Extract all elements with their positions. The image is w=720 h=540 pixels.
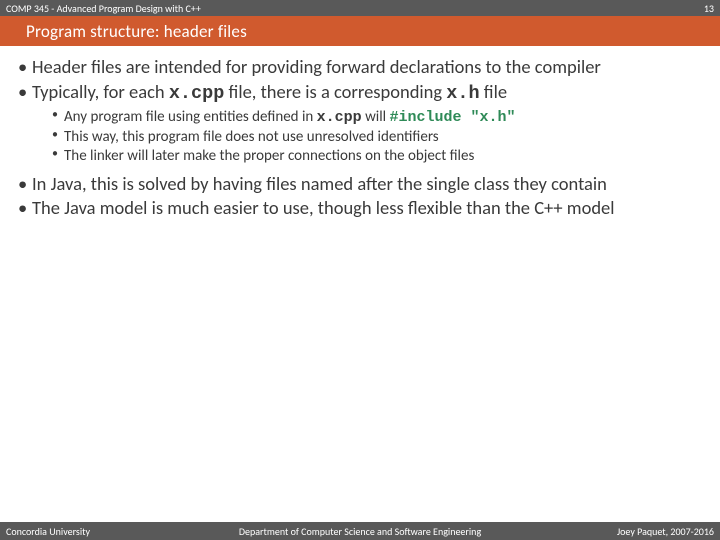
slide-title-bar: Program structure: header files xyxy=(0,16,720,46)
bullet-item: The Java model is much easier to use, th… xyxy=(18,197,702,220)
bullet-text: file xyxy=(480,80,507,103)
bullet-text: In Java, this is solved by having files … xyxy=(32,172,607,195)
sub-bullet-item: Any program file using entities defined … xyxy=(52,108,702,128)
code-inline-green: #include "x.h" xyxy=(390,109,516,126)
page-number: 13 xyxy=(704,2,714,15)
bullet-list: Header files are intended for providing … xyxy=(18,56,702,220)
bullet-item: Header files are intended for providing … xyxy=(18,56,702,79)
footer-right: Joey Paquet, 2007-2016 xyxy=(617,525,714,538)
slide-title: Program structure: header files xyxy=(26,21,247,42)
sub-bullet-list: Any program file using entities defined … xyxy=(52,108,702,167)
top-bar: COMP 345 - Advanced Program Design with … xyxy=(0,0,720,16)
bullet-text: file, there is a corresponding xyxy=(224,80,446,103)
footer-bar: Concordia University Department of Compu… xyxy=(0,522,720,540)
slide-content: Header files are intended for providing … xyxy=(0,46,720,220)
bullet-text: Any program file using entities defined … xyxy=(64,108,317,126)
bullet-text: Header files are intended for providing … xyxy=(32,55,601,78)
bullet-item: In Java, this is solved by having files … xyxy=(18,173,702,196)
code-inline: x.h xyxy=(446,83,479,104)
course-label: COMP 345 - Advanced Program Design with … xyxy=(6,2,201,15)
sub-bullet-item: The linker will later make the proper co… xyxy=(52,147,702,167)
bullet-text: This way, this program file does not use… xyxy=(64,128,439,146)
bullet-text: will xyxy=(362,108,390,126)
code-inline: x.cpp xyxy=(317,109,362,126)
bullet-text: The Java model is much easier to use, th… xyxy=(32,196,615,219)
bullet-item: Typically, for each x.cpp file, there is… xyxy=(18,81,702,167)
footer-center: Department of Computer Science and Softw… xyxy=(239,525,481,538)
bullet-text: The linker will later make the proper co… xyxy=(64,147,474,165)
footer-left: Concordia University xyxy=(6,525,90,538)
code-inline: x.cpp xyxy=(169,83,225,104)
sub-bullet-item: This way, this program file does not use… xyxy=(52,128,702,148)
bullet-text: Typically, for each xyxy=(32,80,169,103)
